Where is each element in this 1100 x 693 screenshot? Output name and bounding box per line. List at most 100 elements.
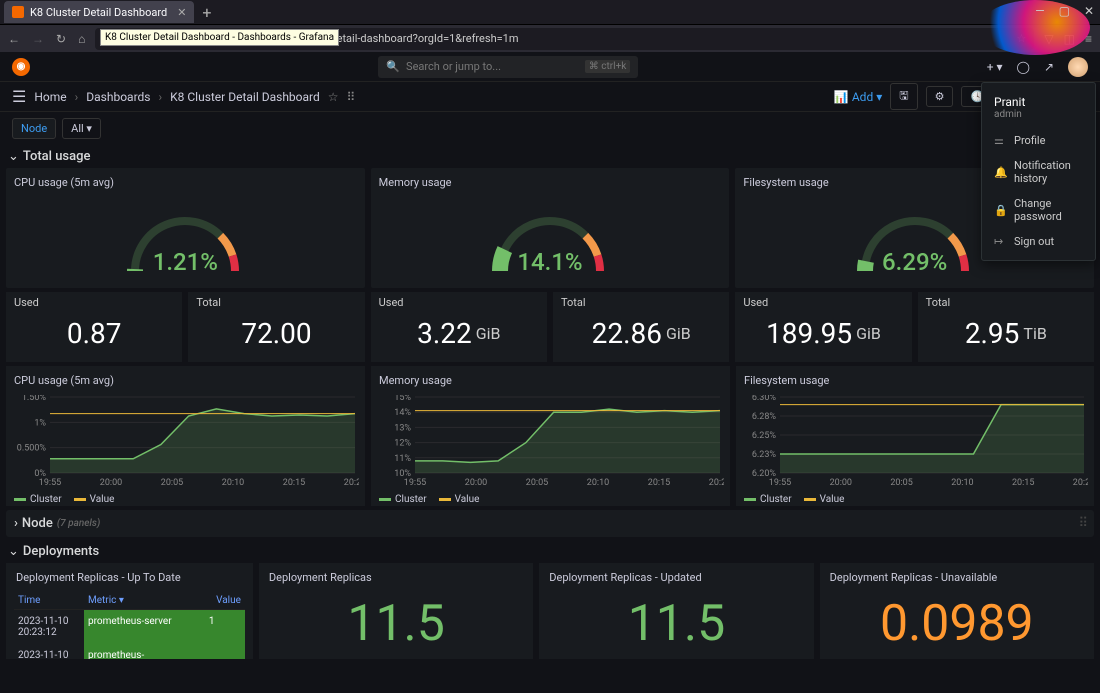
add-button[interactable]: 📊 Add ▾ — [834, 90, 882, 104]
svg-text:19:55: 19:55 — [404, 478, 426, 487]
page-title: K8 Cluster Detail Dashboard — [170, 90, 320, 104]
bookmark-icon[interactable]: ☆ — [1017, 32, 1027, 45]
share-icon[interactable]: ⠿ — [347, 90, 356, 104]
search-icon: 🔍 — [386, 60, 400, 73]
table-row: 2023-11-10 prometheus- — [14, 644, 245, 659]
back-icon[interactable]: ← — [8, 32, 20, 46]
svg-text:19:55: 19:55 — [39, 478, 61, 487]
svg-text:6.28%: 6.28% — [752, 412, 777, 422]
menu-item-change-password[interactable]: 🔒Change password — [982, 191, 1095, 229]
chevron-down-icon: ⌄ — [8, 149, 19, 164]
user-menu-name: Pranit — [994, 95, 1083, 109]
panel-mem-ts[interactable]: Memory usage 10%11%12%13%14%15%19:5520:0… — [371, 366, 730, 506]
avatar[interactable] — [1068, 57, 1088, 77]
svg-text:20:00: 20:00 — [100, 478, 122, 487]
bc-dashboards[interactable]: Dashboards — [86, 90, 150, 104]
save-button[interactable]: 🖫 — [890, 83, 917, 110]
svg-text:12%: 12% — [394, 439, 411, 449]
col-metric[interactable]: Metric ▾ — [88, 595, 201, 606]
svg-text:20:20: 20:20 — [1073, 478, 1088, 487]
browser-tab[interactable]: K8 Cluster Detail Dashboard ✕ — [4, 1, 194, 23]
gauge-value: 14.1% — [485, 248, 615, 276]
row-total-usage[interactable]: ⌄ Total usage — [6, 145, 1094, 168]
reload-icon[interactable]: ↻ — [56, 32, 66, 46]
row-deployments[interactable]: ⌄ Deployments — [6, 540, 1094, 563]
panel-fs-used[interactable]: Used189.95GiB — [735, 292, 911, 362]
panel-deploy-updated[interactable]: Deployment Replicas - Updated 11.5 — [539, 563, 813, 659]
panel-cpu-ts[interactable]: CPU usage (5m avg) 0%0.500%1%1.50%19:552… — [6, 366, 365, 506]
variable-node-value[interactable]: All ▾ — [62, 118, 101, 139]
min-icon[interactable]: — — [1035, 4, 1044, 18]
menu-toggle-icon[interactable]: ☰ — [12, 87, 26, 106]
tab-tooltip: K8 Cluster Detail Dashboard - Dashboards… — [100, 29, 339, 46]
svg-text:20:15: 20:15 — [1012, 478, 1034, 487]
plus-icon[interactable]: + ▾ — [987, 60, 1003, 74]
svg-text:20:15: 20:15 — [648, 478, 670, 487]
max-icon[interactable]: ▢ — [1059, 4, 1070, 18]
svg-text:20:05: 20:05 — [890, 478, 912, 487]
search-placeholder: Search or jump to... — [406, 60, 501, 73]
search-input[interactable]: 🔍 Search or jump to... ⌘ ctrl+k — [378, 56, 638, 78]
svg-text:0.500%: 0.500% — [17, 444, 47, 454]
ext-icon[interactable]: ◫ — [1064, 32, 1075, 46]
svg-text:20:05: 20:05 — [526, 478, 548, 487]
tab-close-icon[interactable]: ✕ — [177, 6, 186, 19]
panel-deploy-replicas[interactable]: Deployment Replicas 11.5 — [259, 563, 533, 659]
panel-cpu-gauge[interactable]: CPU usage (5m avg) 1.21% — [6, 168, 365, 288]
big-stat-value: 11.5 — [547, 592, 805, 655]
col-time[interactable]: Time — [18, 595, 88, 606]
pocket-icon[interactable]: ▽ — [1044, 32, 1053, 46]
svg-text:20:05: 20:05 — [161, 478, 183, 487]
rss-icon[interactable]: ↗ — [1044, 60, 1054, 74]
svg-text:20:00: 20:00 — [830, 478, 852, 487]
menu-icon[interactable]: ≡ — [1085, 32, 1092, 46]
close-icon[interactable]: ✕ — [1084, 4, 1094, 18]
bc-home[interactable]: Home — [34, 90, 66, 104]
panel-deploy-table[interactable]: Deployment Replicas - Up To Date Time Me… — [6, 563, 253, 659]
chevron-down-icon: ⌄ — [8, 544, 19, 559]
home-icon[interactable]: ⌂ — [78, 32, 85, 46]
panel-mem-used[interactable]: Used3.22GiB — [371, 292, 547, 362]
menu-item-profile[interactable]: ⚌Profile — [982, 128, 1095, 153]
svg-text:19:55: 19:55 — [769, 478, 791, 487]
drag-handle-icon[interactable]: ⠿ — [1078, 516, 1086, 531]
big-stat-value: 0.0989 — [828, 592, 1086, 655]
star-icon[interactable]: ☆ — [328, 90, 339, 104]
gauge-value: 6.29% — [850, 248, 980, 276]
forward-icon[interactable]: → — [32, 32, 44, 46]
big-stat-value: 11.5 — [267, 592, 525, 655]
svg-text:6.23%: 6.23% — [752, 450, 777, 460]
new-tab-icon[interactable]: + — [202, 3, 211, 22]
col-value[interactable]: Value — [201, 595, 241, 606]
variable-node-label[interactable]: Node — [12, 118, 56, 139]
panel-mem-gauge[interactable]: Memory usage 14.1% — [371, 168, 730, 288]
panel-cpu-used[interactable]: Used0.87 — [6, 292, 182, 362]
svg-text:13%: 13% — [394, 423, 411, 433]
settings-button[interactable]: ⚙ — [926, 86, 954, 107]
bell-icon: 🔔 — [994, 166, 1006, 179]
svg-text:20:10: 20:10 — [951, 478, 973, 487]
tab-title: K8 Cluster Detail Dashboard — [30, 6, 167, 19]
panel-fs-ts[interactable]: Filesystem usage 6.20%6.23%6.25%6.28%6.3… — [736, 366, 1094, 506]
help-icon[interactable]: ◯ — [1017, 60, 1030, 74]
menu-item-notifications[interactable]: 🔔Notification history — [982, 153, 1095, 191]
panel-mem-total[interactable]: Total22.86GiB — [553, 292, 729, 362]
svg-text:20:00: 20:00 — [465, 478, 487, 487]
search-kbd: ⌘ ctrl+k — [585, 60, 631, 73]
svg-text:20:10: 20:10 — [587, 478, 609, 487]
panel-fs-total[interactable]: Total2.95TiB — [918, 292, 1094, 362]
row-node[interactable]: › Node (7 panels) ⠿ — [6, 510, 1094, 537]
chevron-right-icon: › — [14, 516, 18, 531]
favicon-icon — [12, 6, 24, 18]
menu-item-sign-out[interactable]: ↦Sign out — [982, 229, 1095, 254]
table-row: 2023-11-10 20:23:12 prometheus-server 1 — [14, 610, 245, 644]
panel-deploy-unavail[interactable]: Deployment Replicas - Unavailable 0.0989 — [820, 563, 1094, 659]
svg-text:20:20: 20:20 — [344, 478, 359, 487]
grafana-logo-icon[interactable]: ◉ — [12, 58, 30, 76]
svg-text:20:20: 20:20 — [709, 478, 724, 487]
user-menu-dropdown: Pranit admin ⚌Profile 🔔Notification hist… — [981, 82, 1096, 261]
lock-icon: 🔒 — [994, 204, 1006, 217]
panel-cpu-total[interactable]: Total72.00 — [188, 292, 364, 362]
svg-text:14%: 14% — [394, 408, 411, 418]
svg-text:6.30%: 6.30% — [752, 395, 777, 403]
